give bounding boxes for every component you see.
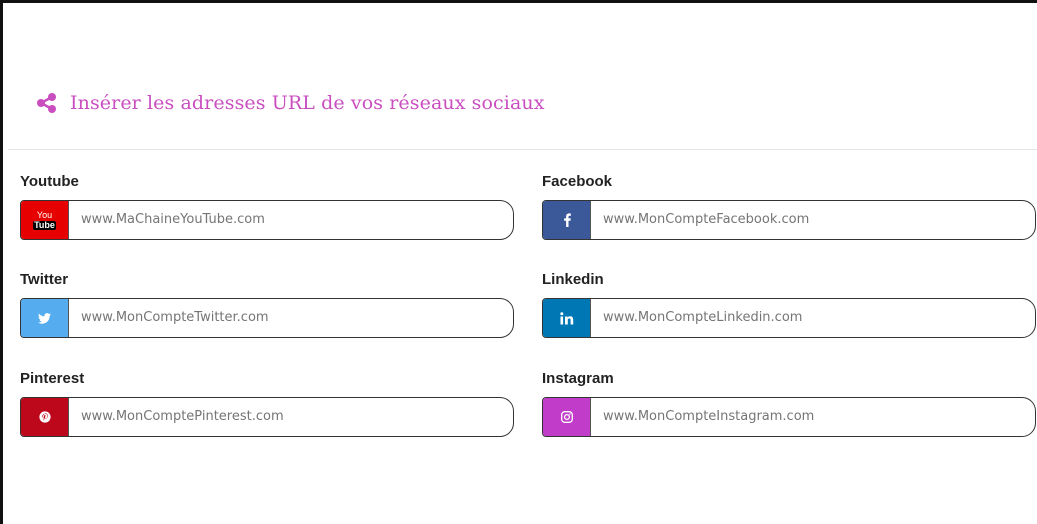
pinterest-url-input[interactable] bbox=[68, 398, 513, 436]
page-frame bbox=[0, 0, 1037, 524]
facebook-icon bbox=[543, 201, 590, 239]
youtube-field: Youtube You Tube bbox=[20, 172, 514, 240]
instagram-url-input[interactable] bbox=[590, 398, 1035, 436]
twitter-input-group bbox=[20, 298, 514, 338]
section-header: Insérer les adresses URL de vos réseaux … bbox=[36, 92, 545, 114]
youtube-url-input[interactable] bbox=[68, 201, 513, 239]
youtube-icon-text-top: You bbox=[36, 209, 53, 220]
linkedin-field: Linkedin bbox=[542, 270, 1036, 338]
pinterest-field: Pinterest bbox=[20, 369, 514, 437]
twitter-field: Twitter bbox=[20, 270, 514, 338]
pinterest-label: Pinterest bbox=[20, 370, 85, 387]
youtube-label: Youtube bbox=[20, 173, 79, 190]
instagram-field: Instagram bbox=[542, 369, 1036, 437]
facebook-label: Facebook bbox=[542, 173, 613, 190]
youtube-icon-text-bottom: Tube bbox=[33, 219, 56, 230]
section-title: Insérer les adresses URL de vos réseaux … bbox=[70, 92, 545, 114]
share-icon bbox=[36, 92, 58, 114]
twitter-url-input[interactable] bbox=[68, 299, 513, 337]
youtube-icon: You Tube bbox=[21, 201, 68, 239]
facebook-field: Facebook bbox=[542, 172, 1036, 240]
instagram-icon bbox=[543, 398, 590, 436]
linkedin-icon bbox=[543, 299, 590, 337]
pinterest-input-group bbox=[20, 397, 514, 437]
pinterest-icon bbox=[21, 398, 68, 436]
divider bbox=[8, 149, 1037, 150]
twitter-icon bbox=[21, 299, 68, 337]
twitter-label: Twitter bbox=[20, 271, 69, 288]
linkedin-url-input[interactable] bbox=[590, 299, 1035, 337]
linkedin-input-group bbox=[542, 298, 1036, 338]
facebook-url-input[interactable] bbox=[590, 201, 1035, 239]
linkedin-label: Linkedin bbox=[542, 271, 604, 288]
instagram-label: Instagram bbox=[542, 370, 614, 387]
facebook-input-group bbox=[542, 200, 1036, 240]
youtube-input-group: You Tube bbox=[20, 200, 514, 240]
instagram-input-group bbox=[542, 397, 1036, 437]
